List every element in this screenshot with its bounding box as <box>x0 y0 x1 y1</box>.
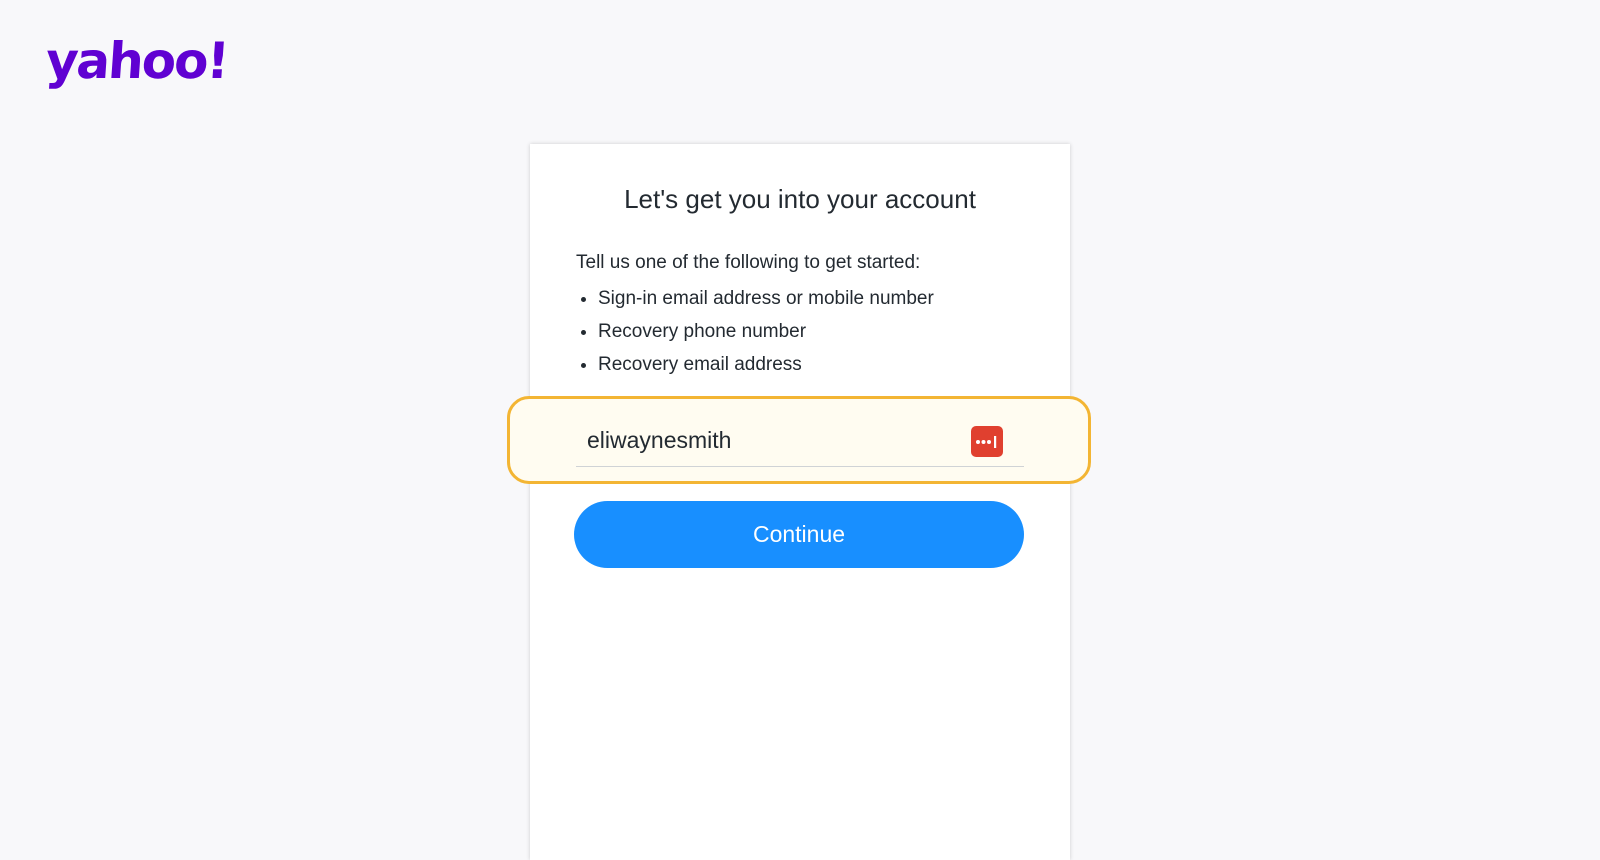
continue-button[interactable]: Continue <box>574 501 1024 568</box>
list-item: Sign-in email address or mobile number <box>598 286 934 319</box>
password-dots-icon[interactable] <box>971 426 1003 457</box>
username-input[interactable] <box>576 418 967 462</box>
instructions-text: Tell us one of the following to get star… <box>576 252 921 273</box>
username-field-container <box>576 418 1024 467</box>
list-item: Recovery phone number <box>598 319 934 352</box>
page-title: Let's get you into your account <box>624 184 976 214</box>
yahoo-logo[interactable]: yahoo! <box>44 32 229 90</box>
identifier-options-list: Sign-in email address or mobile number R… <box>576 286 934 385</box>
list-item: Recovery email address <box>598 352 934 385</box>
